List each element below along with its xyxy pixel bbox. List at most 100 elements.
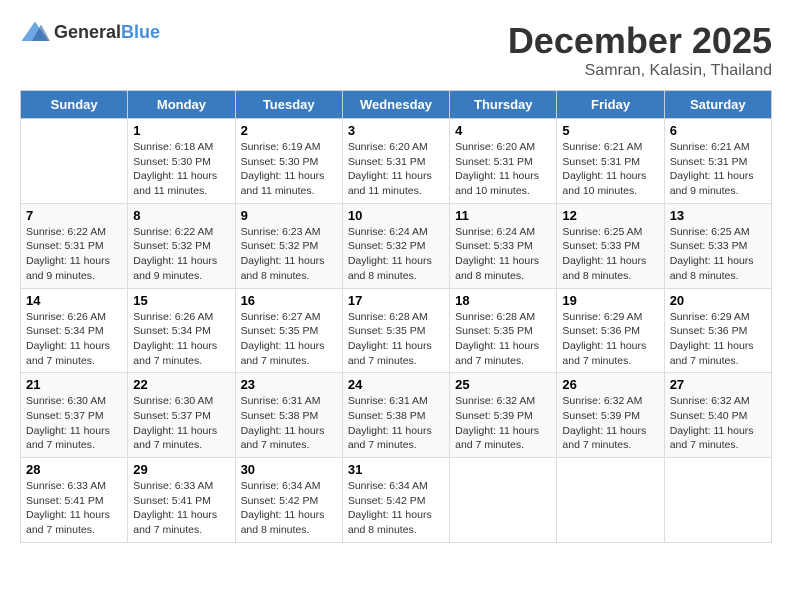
day-info: Sunrise: 6:21 AMSunset: 5:31 PMDaylight:…	[562, 140, 658, 199]
day-info: Sunrise: 6:19 AMSunset: 5:30 PMDaylight:…	[241, 140, 337, 199]
day-info: Sunrise: 6:32 AMSunset: 5:39 PMDaylight:…	[562, 394, 658, 453]
calendar-cell: 28 Sunrise: 6:33 AMSunset: 5:41 PMDayligh…	[21, 458, 128, 543]
day-info: Sunrise: 6:18 AMSunset: 5:30 PMDaylight:…	[133, 140, 229, 199]
calendar-cell: 8 Sunrise: 6:22 AMSunset: 5:32 PMDaylight…	[128, 203, 235, 288]
calendar-cell	[450, 458, 557, 543]
day-number: 2	[241, 123, 337, 138]
calendar-cell: 19 Sunrise: 6:29 AMSunset: 5:36 PMDayligh…	[557, 288, 664, 373]
day-info: Sunrise: 6:23 AMSunset: 5:32 PMDaylight:…	[241, 225, 337, 284]
calendar-cell: 20 Sunrise: 6:29 AMSunset: 5:36 PMDayligh…	[664, 288, 771, 373]
day-number: 9	[241, 208, 337, 223]
day-number: 22	[133, 377, 229, 392]
calendar-cell: 26 Sunrise: 6:32 AMSunset: 5:39 PMDayligh…	[557, 373, 664, 458]
calendar-cell	[557, 458, 664, 543]
day-number: 18	[455, 293, 551, 308]
day-info: Sunrise: 6:30 AMSunset: 5:37 PMDaylight:…	[26, 394, 122, 453]
day-number: 31	[348, 462, 444, 477]
day-number: 27	[670, 377, 766, 392]
calendar-cell: 16 Sunrise: 6:27 AMSunset: 5:35 PMDayligh…	[235, 288, 342, 373]
day-number: 12	[562, 208, 658, 223]
calendar-cell: 11 Sunrise: 6:24 AMSunset: 5:33 PMDayligh…	[450, 203, 557, 288]
day-number: 24	[348, 377, 444, 392]
logo-text-general: General	[54, 22, 121, 42]
day-number: 16	[241, 293, 337, 308]
calendar-cell: 21 Sunrise: 6:30 AMSunset: 5:37 PMDayligh…	[21, 373, 128, 458]
calendar-cell: 30 Sunrise: 6:34 AMSunset: 5:42 PMDayligh…	[235, 458, 342, 543]
day-number: 23	[241, 377, 337, 392]
calendar-cell: 1 Sunrise: 6:18 AMSunset: 5:30 PMDaylight…	[128, 119, 235, 204]
day-info: Sunrise: 6:30 AMSunset: 5:37 PMDaylight:…	[133, 394, 229, 453]
day-info: Sunrise: 6:27 AMSunset: 5:35 PMDaylight:…	[241, 310, 337, 369]
calendar-cell: 7 Sunrise: 6:22 AMSunset: 5:31 PMDaylight…	[21, 203, 128, 288]
day-info: Sunrise: 6:25 AMSunset: 5:33 PMDaylight:…	[670, 225, 766, 284]
day-info: Sunrise: 6:22 AMSunset: 5:31 PMDaylight:…	[26, 225, 122, 284]
day-number: 7	[26, 208, 122, 223]
day-number: 1	[133, 123, 229, 138]
day-number: 8	[133, 208, 229, 223]
day-info: Sunrise: 6:29 AMSunset: 5:36 PMDaylight:…	[670, 310, 766, 369]
day-number: 17	[348, 293, 444, 308]
logo-icon	[20, 20, 50, 44]
weekday-header-monday: Monday	[128, 91, 235, 119]
day-info: Sunrise: 6:28 AMSunset: 5:35 PMDaylight:…	[455, 310, 551, 369]
calendar-cell: 17 Sunrise: 6:28 AMSunset: 5:35 PMDayligh…	[342, 288, 449, 373]
day-number: 15	[133, 293, 229, 308]
calendar-cell: 27 Sunrise: 6:32 AMSunset: 5:40 PMDayligh…	[664, 373, 771, 458]
day-number: 19	[562, 293, 658, 308]
day-info: Sunrise: 6:24 AMSunset: 5:33 PMDaylight:…	[455, 225, 551, 284]
day-info: Sunrise: 6:33 AMSunset: 5:41 PMDaylight:…	[133, 479, 229, 538]
day-number: 26	[562, 377, 658, 392]
calendar-cell: 18 Sunrise: 6:28 AMSunset: 5:35 PMDayligh…	[450, 288, 557, 373]
calendar-week-row: 1 Sunrise: 6:18 AMSunset: 5:30 PMDaylight…	[21, 119, 772, 204]
day-info: Sunrise: 6:24 AMSunset: 5:32 PMDaylight:…	[348, 225, 444, 284]
day-number: 20	[670, 293, 766, 308]
title-area: December 2025 Samran, Kalasin, Thailand	[508, 20, 772, 80]
calendar-cell: 4 Sunrise: 6:20 AMSunset: 5:31 PMDaylight…	[450, 119, 557, 204]
calendar-cell: 29Sunrise: 6:33 AMSunset: 5:41 PMDayligh…	[128, 458, 235, 543]
day-number: 28	[26, 462, 122, 477]
day-info: Sunrise: 6:34 AMSunset: 5:42 PMDaylight:…	[241, 479, 337, 538]
calendar-cell: 22 Sunrise: 6:30 AMSunset: 5:37 PMDayligh…	[128, 373, 235, 458]
day-info: Sunrise: 6:25 AMSunset: 5:33 PMDaylight:…	[562, 225, 658, 284]
day-number: 4	[455, 123, 551, 138]
calendar-cell: 14Sunrise: 6:26 AMSunset: 5:34 PMDayligh…	[21, 288, 128, 373]
day-info: Sunrise: 6:22 AMSunset: 5:32 PMDaylight:…	[133, 225, 229, 284]
logo-text-blue: Blue	[121, 22, 160, 42]
day-number: 14	[26, 293, 122, 308]
calendar-week-row: 28 Sunrise: 6:33 AMSunset: 5:41 PMDayligh…	[21, 458, 772, 543]
day-info: Sunrise: 6:20 AMSunset: 5:31 PMDaylight:…	[455, 140, 551, 199]
day-number: 25	[455, 377, 551, 392]
calendar-table: SundayMondayTuesdayWednesdayThursdayFrid…	[20, 90, 772, 543]
day-info: Sunrise: 6:31 AMSunset: 5:38 PMDaylight:…	[241, 394, 337, 453]
day-info: Sunrise: 6:28 AMSunset: 5:35 PMDaylight:…	[348, 310, 444, 369]
day-info: Sunrise: 6:29 AMSunset: 5:36 PMDaylight:…	[562, 310, 658, 369]
day-number: 30	[241, 462, 337, 477]
day-number: 10	[348, 208, 444, 223]
day-info: Sunrise: 6:33 AMSunset: 5:41 PMDaylight:…	[26, 479, 122, 538]
weekday-header-saturday: Saturday	[664, 91, 771, 119]
calendar-cell: 15 Sunrise: 6:26 AMSunset: 5:34 PMDayligh…	[128, 288, 235, 373]
calendar-week-row: 21 Sunrise: 6:30 AMSunset: 5:37 PMDayligh…	[21, 373, 772, 458]
day-info: Sunrise: 6:20 AMSunset: 5:31 PMDaylight:…	[348, 140, 444, 199]
calendar-cell	[21, 119, 128, 204]
day-number: 11	[455, 208, 551, 223]
calendar-cell	[664, 458, 771, 543]
calendar-week-row: 14 Sunrise: 6:26 AMSunset: 5:34 PMDayligh…	[21, 288, 772, 373]
day-info: Sunrise: 6:26 AMSunset: 5:34 PMDaylight:…	[133, 310, 229, 369]
day-info: Sunrise: 6:34 AMSunset: 5:42 PMDaylight:…	[348, 479, 444, 538]
calendar-cell: 2 Sunrise: 6:19 AMSunset: 5:30 PMDaylight…	[235, 119, 342, 204]
calendar-cell: 3Sunrise: 6:20 AMSunset: 5:31 PMDaylight…	[342, 119, 449, 204]
calendar-body: 1 Sunrise: 6:18 AMSunset: 5:30 PMDaylight…	[21, 119, 772, 543]
calendar-cell: 9 Sunrise: 6:23 AMSunset: 5:32 PMDaylight…	[235, 203, 342, 288]
day-info: Sunrise: 6:32 AMSunset: 5:39 PMDaylight:…	[455, 394, 551, 453]
logo: GeneralBlue	[20, 20, 160, 44]
day-info: Sunrise: 6:21 AMSunset: 5:31 PMDaylight:…	[670, 140, 766, 199]
page-header: GeneralBlue December 2025 Samran, Kalasi…	[20, 20, 772, 80]
day-info: Sunrise: 6:32 AMSunset: 5:40 PMDaylight:…	[670, 394, 766, 453]
calendar-title: December 2025	[508, 20, 772, 62]
day-info: Sunrise: 6:31 AMSunset: 5:38 PMDaylight:…	[348, 394, 444, 453]
calendar-cell: 23 Sunrise: 6:31 AMSunset: 5:38 PMDayligh…	[235, 373, 342, 458]
calendar-cell: 13Sunrise: 6:25 AMSunset: 5:33 PMDayligh…	[664, 203, 771, 288]
weekday-header-row: SundayMondayTuesdayWednesdayThursdayFrid…	[21, 91, 772, 119]
day-number: 21	[26, 377, 122, 392]
